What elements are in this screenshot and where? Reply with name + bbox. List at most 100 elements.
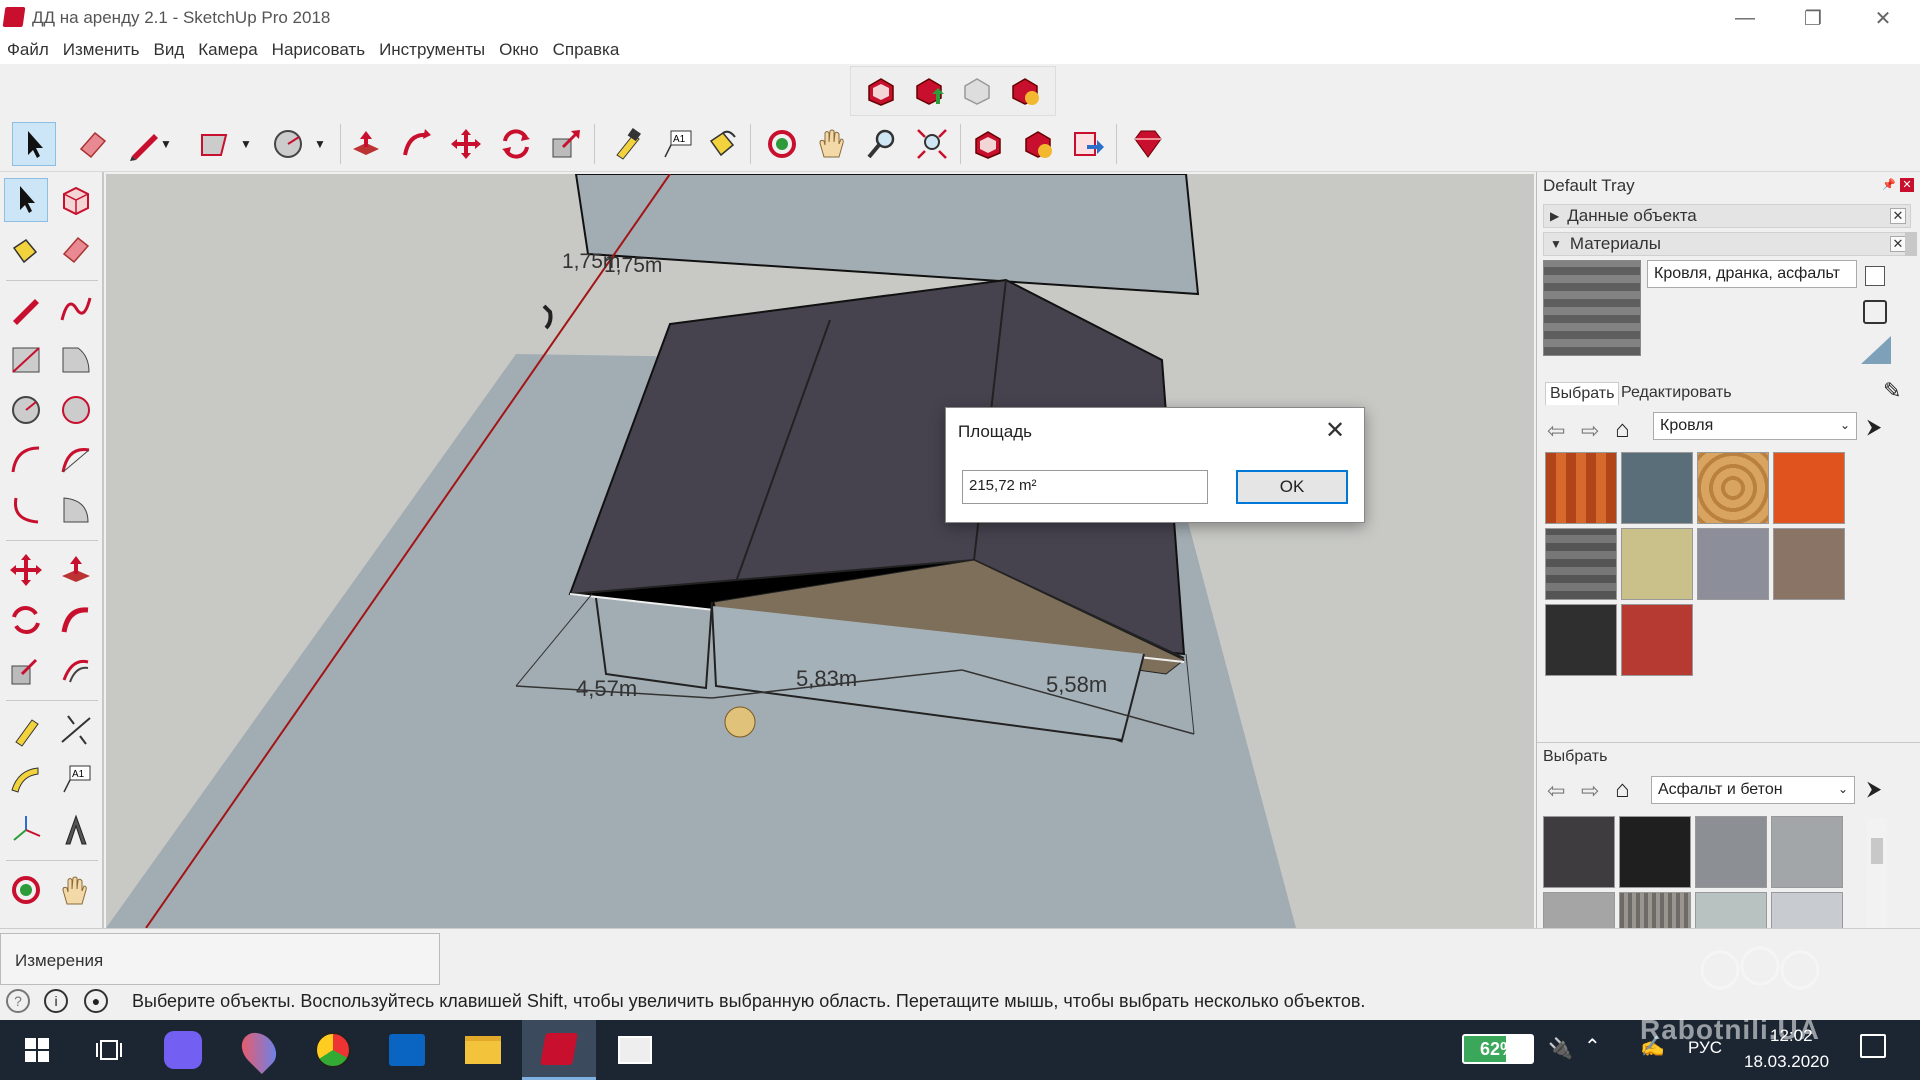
details-arrow-icon[interactable]: ⮞ [1867, 416, 1881, 439]
material-swatch[interactable] [1619, 892, 1691, 928]
rectangle-tool-button[interactable] [192, 122, 236, 166]
follow-me-tool-button[interactable] [394, 122, 438, 166]
text-tool-button[interactable]: A1 [654, 122, 698, 166]
section-materials[interactable]: ▼ Материалы ✕ [1543, 232, 1911, 256]
material-swatch[interactable] [1773, 528, 1845, 600]
geo-location-icon[interactable]: ? [6, 989, 30, 1013]
scrollbar-thumb[interactable] [1871, 838, 1883, 864]
tab-edit[interactable]: Редактировать [1621, 384, 1732, 402]
eyedropper-icon[interactable]: ✎ [1883, 378, 1901, 404]
material-swatch[interactable] [1543, 892, 1615, 928]
tray-scrollbar[interactable] [1901, 208, 1920, 928]
ruby-console-button[interactable] [1126, 122, 1170, 166]
material-swatch[interactable] [1695, 892, 1767, 928]
home-icon[interactable]: ⌂ [1615, 416, 1630, 444]
collection-select-2[interactable]: Асфальт и бетон ⌄ [1651, 776, 1855, 804]
menu-file[interactable]: Файл [7, 36, 49, 64]
tape-measure-tool-button[interactable] [604, 122, 648, 166]
material-swatch[interactable] [1771, 816, 1843, 888]
measurements-input[interactable] [201, 942, 431, 978]
material-swatch[interactable] [1543, 816, 1615, 888]
area-value-field[interactable]: 215,72 m² [962, 470, 1208, 504]
paint-bucket-tool-button[interactable] [700, 122, 744, 166]
start-button[interactable] [0, 1020, 74, 1080]
file-explorer-app[interactable] [446, 1020, 520, 1080]
material-swatch[interactable] [1771, 892, 1843, 928]
freehand-tool-button[interactable] [54, 288, 98, 332]
material-swatch[interactable] [1621, 452, 1693, 524]
pan-tool-button[interactable] [810, 122, 854, 166]
follow-me-tool-button[interactable] [54, 598, 98, 642]
three-point-arc-tool-button[interactable] [4, 488, 48, 532]
section-entity-info[interactable]: ▶ Данные объекта ✕ [1543, 204, 1911, 228]
3d-text-tool-button[interactable] [54, 808, 98, 852]
3d-warehouse-button[interactable] [859, 69, 903, 113]
photos-app[interactable] [598, 1020, 672, 1080]
maps-app[interactable] [222, 1020, 296, 1080]
scale-tool-button[interactable] [544, 122, 588, 166]
battery-indicator[interactable]: 62% [1462, 1034, 1534, 1064]
tray-close-button[interactable]: ✕ [1900, 178, 1914, 192]
outlook-app[interactable] [370, 1020, 444, 1080]
line-tool-button[interactable] [4, 288, 48, 332]
share-model-button[interactable] [907, 69, 951, 113]
select-tool-button[interactable] [12, 122, 56, 166]
forward-icon[interactable]: ⇨ [1581, 778, 1599, 804]
zoom-extents-tool-button[interactable] [910, 122, 954, 166]
axes-tool-button[interactable] [4, 808, 48, 852]
material-swatch[interactable] [1697, 452, 1769, 524]
send-to-layout-button[interactable] [1066, 122, 1110, 166]
pin-icon[interactable]: 📌 [1882, 178, 1896, 191]
sketchup-app[interactable] [522, 1020, 596, 1080]
rotated-rectangle-tool-button[interactable] [54, 338, 98, 382]
task-view-button[interactable] [72, 1020, 146, 1080]
material-swatch[interactable] [1773, 452, 1845, 524]
extension-warehouse-button-2[interactable] [1016, 122, 1060, 166]
forward-icon[interactable]: ⇨ [1581, 418, 1599, 444]
rotate-tool-button[interactable] [4, 598, 48, 642]
sample-paint-triangle-icon[interactable] [1861, 336, 1891, 364]
restore-button[interactable]: ❐ [1784, 2, 1842, 34]
viber-app[interactable] [146, 1020, 220, 1080]
back-icon[interactable]: ⇦ [1547, 418, 1565, 444]
back-icon[interactable]: ⇦ [1547, 778, 1565, 804]
ok-button[interactable]: OK [1236, 470, 1348, 504]
menu-draw[interactable]: Нарисовать [272, 36, 365, 64]
extension-warehouse-button[interactable] [1003, 69, 1047, 113]
arc-tool-button[interactable] [4, 438, 48, 482]
circle-tool-button[interactable] [266, 122, 310, 166]
pan-tool-button[interactable] [54, 868, 98, 912]
circle-dropdown-button[interactable]: ▼ [310, 122, 330, 166]
credits-icon[interactable]: i [44, 989, 68, 1013]
circle-tool-button[interactable] [4, 388, 48, 432]
push-pull-tool-button[interactable] [344, 122, 388, 166]
clock-date[interactable]: 18.03.2020 [1744, 1052, 1829, 1072]
line-dropdown-button[interactable]: ▼ [156, 122, 176, 166]
text-tool-button[interactable]: A1 [54, 758, 98, 802]
swatch-scrollbar[interactable] [1867, 818, 1887, 928]
two-point-arc-tool-button[interactable] [54, 438, 98, 482]
orbit-tool-button[interactable] [760, 122, 804, 166]
material-swatch[interactable] [1545, 604, 1617, 676]
user-icon[interactable]: ● [84, 989, 108, 1013]
menu-tools[interactable]: Инструменты [379, 36, 485, 64]
material-swatch[interactable] [1545, 452, 1617, 524]
scale-tool-button[interactable] [4, 648, 48, 692]
pie-tool-button[interactable] [54, 488, 98, 532]
eraser-tool-button[interactable] [70, 122, 114, 166]
material-swatch[interactable] [1619, 816, 1691, 888]
select-tool-button[interactable] [4, 178, 48, 222]
push-pull-tool-button[interactable] [54, 548, 98, 592]
menu-view[interactable]: Вид [153, 36, 184, 64]
menu-help[interactable]: Справка [553, 36, 620, 64]
create-material-icon[interactable] [1863, 300, 1887, 324]
material-swatch[interactable] [1621, 528, 1693, 600]
home-icon[interactable]: ⌂ [1615, 776, 1630, 804]
paint-bucket-tool-button[interactable] [4, 228, 48, 272]
dimension-tool-button[interactable] [54, 708, 98, 752]
collection-select[interactable]: Кровля ⌄ [1653, 412, 1857, 440]
notification-icon[interactable] [1860, 1034, 1886, 1058]
scrollbar-thumb[interactable] [1905, 232, 1917, 256]
details-arrow-icon[interactable]: ⮞ [1867, 778, 1881, 801]
move-tool-button[interactable] [4, 548, 48, 592]
